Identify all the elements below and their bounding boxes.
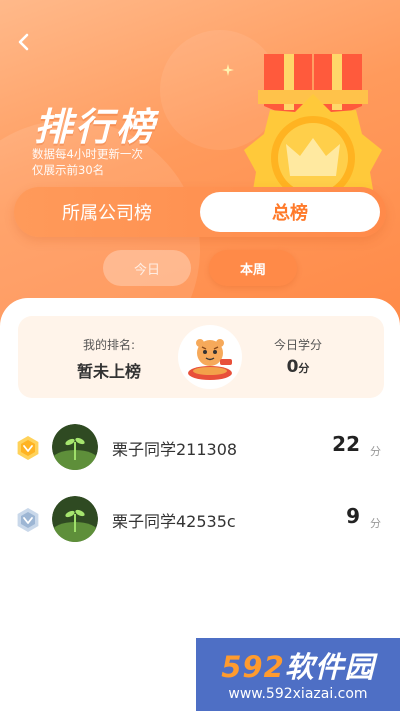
today-score-unit: 分 [298, 362, 310, 375]
user-score: 9 [346, 504, 360, 528]
avatar [52, 424, 98, 470]
board-switcher: 所属公司榜 总榜 [14, 187, 386, 237]
today-score-number: 0 [286, 357, 299, 377]
top-limit-note: 仅展示前30名 [32, 163, 105, 177]
today-score-label: 今日学分 [273, 338, 322, 352]
user-name: 栗子同学42535c [112, 512, 236, 531]
list-item[interactable]: 栗子同学211308 22 分 [0, 418, 400, 478]
silver-badge-icon [17, 508, 39, 532]
my-rank-label: 我的排名: [82, 338, 136, 352]
user-name: 栗子同学211308 [112, 440, 238, 459]
avatar [178, 325, 242, 389]
sprout-avatar-icon [52, 424, 98, 470]
update-note: 数据每4小时更新一次 [32, 147, 143, 161]
tiger-mascot-icon [188, 339, 232, 380]
site-watermark: 592软件园 www.592xiazai.com [196, 638, 400, 711]
tab-today[interactable]: 今日 [103, 250, 191, 286]
gold-badge-icon [17, 436, 39, 460]
user-score: 22 [332, 432, 360, 456]
tab-this-week[interactable]: 本周 [209, 250, 297, 286]
back-button[interactable] [10, 28, 38, 56]
chevron-left-icon [18, 33, 29, 51]
score-unit: 分 [370, 445, 381, 458]
my-rank-value: 暂未上榜 [76, 362, 141, 381]
page-title: 排行榜 [34, 105, 158, 149]
tab-overall-board[interactable]: 总榜 [200, 192, 380, 232]
list-item[interactable]: 栗子同学42535c 9 分 [0, 490, 400, 550]
sprout-avatar-icon [52, 496, 98, 542]
avatar [52, 496, 98, 542]
watermark-brand: 592软件园 [196, 644, 400, 686]
watermark-url: www.592xiazai.com [228, 686, 368, 702]
score-unit: 分 [370, 517, 381, 530]
watermark-text: 软件园 [284, 650, 375, 684]
tab-company-board[interactable]: 所属公司榜 [14, 187, 200, 237]
watermark-number: 592 [221, 650, 285, 684]
today-score-value: 0分 [258, 357, 338, 377]
